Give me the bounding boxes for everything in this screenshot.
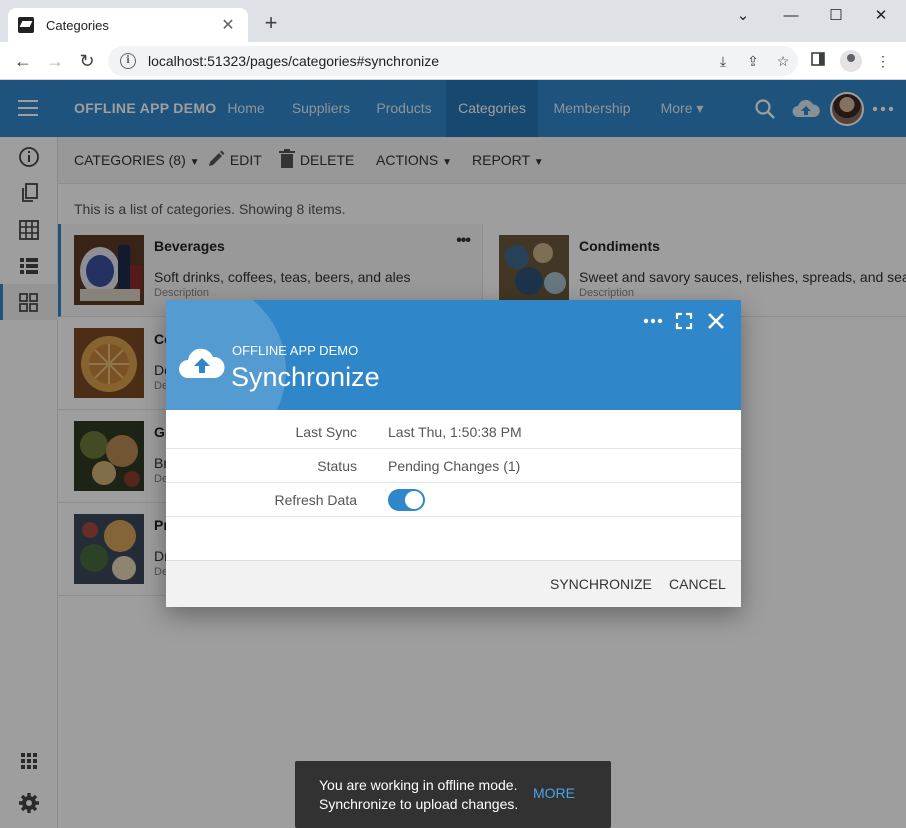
back-icon[interactable]: ←: [10, 48, 36, 74]
synchronize-button[interactable]: SYNCHRONIZE: [550, 561, 652, 608]
minimize-icon[interactable]: —: [768, 4, 814, 28]
bookmark-star-icon[interactable]: ☆: [768, 53, 798, 70]
cancel-button[interactable]: CANCEL: [669, 561, 726, 608]
offline-snackbar: You are working in offline mode. Synchro…: [295, 761, 611, 828]
tab-title: Categories: [46, 17, 109, 33]
side-panel-icon[interactable]: [806, 50, 830, 72]
profile-icon[interactable]: [840, 50, 862, 72]
synchronize-dialog: OFFLINE APP DEMO Synchronize Last Sync L…: [166, 300, 741, 607]
share-icon[interactable]: ⇪: [738, 53, 768, 70]
dialog-more-icon[interactable]: [641, 310, 665, 332]
tab-search-icon[interactable]: ⌄: [720, 4, 766, 28]
fullscreen-icon[interactable]: [672, 310, 696, 332]
dialog-app-name: OFFLINE APP DEMO: [232, 343, 359, 358]
snackbar-line-1: You are working in offline mode.: [319, 777, 518, 793]
address-bar[interactable]: i localhost:51323/pages/categories#synch…: [108, 46, 798, 76]
new-tab-button[interactable]: +: [260, 12, 282, 34]
window-close-icon[interactable]: ✕: [858, 4, 904, 28]
browser-tab-bar: Categories ✕ + ⌄ — ☐ ✕: [0, 0, 906, 42]
refresh-data-toggle[interactable]: [388, 489, 425, 511]
browser-toolbar: ← → ↻ i localhost:51323/pages/categories…: [0, 42, 906, 80]
snackbar-more-button[interactable]: MORE: [533, 785, 575, 801]
refresh-data-label: Refresh Data: [274, 492, 357, 508]
reload-icon[interactable]: ↻: [74, 48, 100, 74]
last-sync-value: Last Thu, 1:50:38 PM: [388, 424, 522, 440]
dialog-close-icon[interactable]: [704, 310, 728, 332]
dialog-header: OFFLINE APP DEMO Synchronize: [166, 300, 741, 410]
last-sync-row: Last Sync Last Thu, 1:50:38 PM: [166, 415, 741, 449]
app-favicon-icon: [18, 17, 34, 33]
status-row: Status Pending Changes (1): [166, 449, 741, 483]
toggle-knob: [405, 491, 423, 509]
cloud-upload-icon: [179, 348, 225, 378]
status-label: Status: [317, 458, 357, 474]
forward-icon[interactable]: →: [42, 48, 68, 74]
snackbar-line-2: Synchronize to upload changes.: [319, 796, 519, 812]
url-text[interactable]: localhost:51323/pages/categories#synchro…: [148, 53, 708, 69]
browser-menu-icon[interactable]: ⋮: [871, 50, 895, 72]
refresh-data-row: Refresh Data: [166, 483, 741, 517]
install-app-icon[interactable]: ⤓: [708, 53, 738, 70]
dialog-title: Synchronize: [231, 362, 380, 392]
last-sync-label: Last Sync: [295, 424, 357, 440]
tab-close-icon[interactable]: ✕: [218, 15, 238, 35]
dialog-footer: SYNCHRONIZE CANCEL: [166, 560, 741, 607]
status-value: Pending Changes (1): [388, 458, 521, 474]
maximize-icon[interactable]: ☐: [813, 4, 859, 28]
site-info-icon[interactable]: i: [120, 53, 136, 69]
browser-tab[interactable]: Categories ✕: [8, 8, 248, 42]
